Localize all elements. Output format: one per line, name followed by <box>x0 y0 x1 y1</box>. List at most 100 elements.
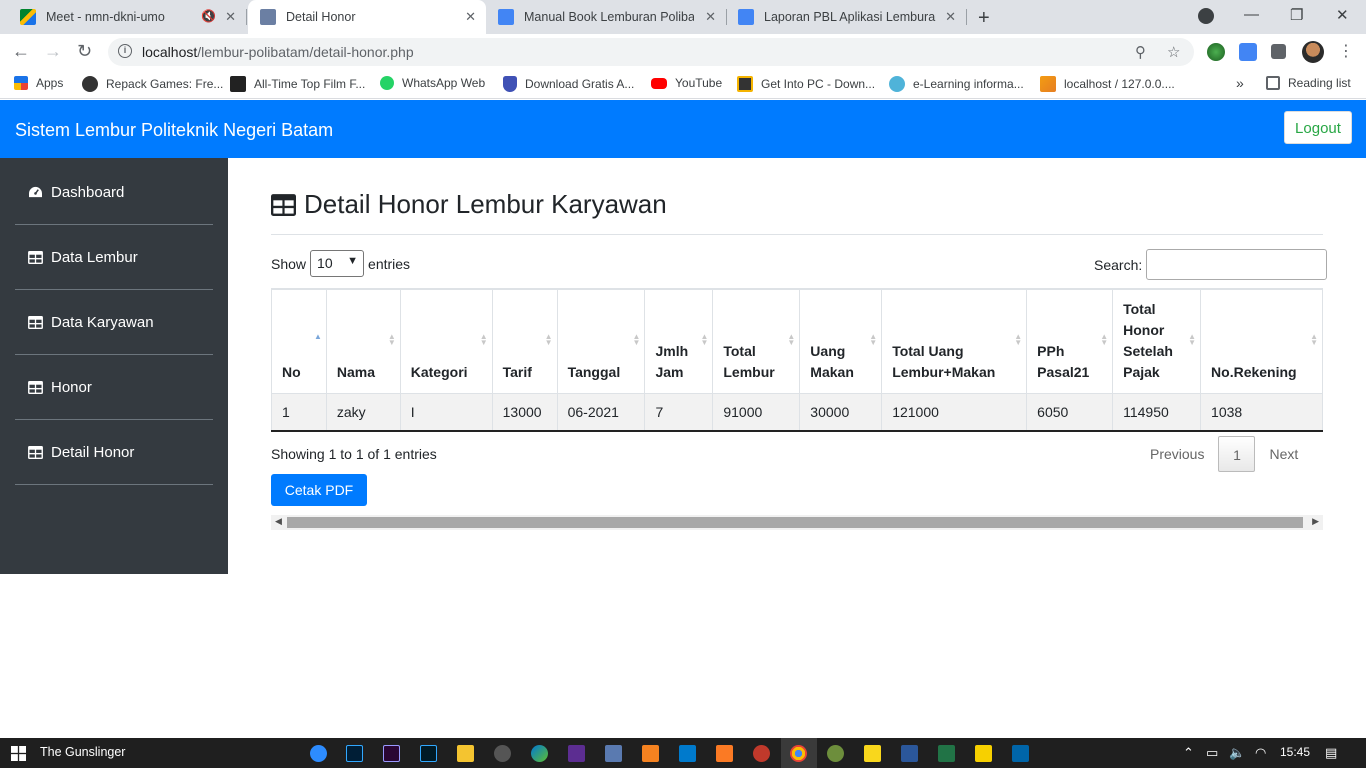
close-tab-icon[interactable]: ✕ <box>465 9 476 25</box>
notifications-icon[interactable]: ▤ <box>1325 745 1337 761</box>
google-translate-icon[interactable] <box>1239 43 1257 61</box>
entries-select[interactable]: 10 ▼ <box>310 250 365 277</box>
zoom-search-icon[interactable]: ⚲ <box>1135 43 1146 61</box>
page-1-button[interactable]: 1 <box>1218 436 1256 472</box>
sidebar-item-data-karyawan[interactable]: Data Karyawan <box>15 290 213 355</box>
column-header[interactable]: Total Uang Lembur+Makan ▲ ▼ <box>881 288 1028 394</box>
search-input[interactable] <box>1146 249 1328 280</box>
edge-icon[interactable] <box>531 745 548 762</box>
bookmark-star-icon[interactable]: ☆ <box>1167 43 1180 61</box>
brand-title[interactable]: Sistem Lembur Politeknik Negeri Batam <box>15 120 333 141</box>
vscode-icon[interactable] <box>1012 745 1029 762</box>
clock[interactable]: 15:45 <box>1280 745 1310 759</box>
volume-icon[interactable]: 🔈 <box>1229 745 1245 761</box>
muted-icon[interactable]: 🔇 <box>201 9 216 23</box>
reload-button[interactable]: ↻ <box>77 41 92 62</box>
tab-search-icon[interactable] <box>1198 8 1214 24</box>
back-button[interactable]: ← <box>12 41 30 62</box>
tab-meet[interactable]: Meet - nmn-dkni-umo 🔇 ✕ <box>8 0 247 34</box>
minimize-button[interactable]: — <box>1244 6 1259 23</box>
column-header[interactable]: Jmlh Jam ▲ ▼ <box>644 288 714 394</box>
address-bar[interactable]: i localhost/lembur-polibatam/detail-hono… <box>108 38 1194 66</box>
column-header[interactable]: Tanggal ▲ ▼ <box>556 288 646 394</box>
xampp-icon[interactable] <box>716 745 733 762</box>
column-header[interactable]: Nama ▲ ▼ <box>325 288 401 394</box>
bookmark-download-gratis[interactable]: Download Gratis A... <box>503 76 634 92</box>
logout-button[interactable]: Logout <box>1284 111 1352 144</box>
visual-studio-icon[interactable] <box>568 745 585 762</box>
reading-list-button[interactable]: Reading list <box>1266 76 1351 90</box>
bookmark-repack-games[interactable]: Repack Games: Fre... <box>82 76 223 92</box>
column-header[interactable]: Uang Makan ▲ ▼ <box>799 288 883 394</box>
bookmark-whatsapp[interactable]: WhatsApp Web <box>380 76 485 90</box>
premiere-icon[interactable] <box>383 745 400 762</box>
bookmark-top-film[interactable]: All-Time Top Film F... <box>230 76 365 92</box>
site-info-icon[interactable]: i <box>118 44 132 58</box>
virtualbox-icon[interactable] <box>605 745 622 762</box>
cetak-pdf-button[interactable]: Cetak PDF <box>271 474 367 506</box>
scrollbar-thumb[interactable] <box>287 517 1303 528</box>
windows-start-icon[interactable] <box>11 746 26 761</box>
url-text[interactable]: localhost/lembur-polibatam/detail-honor.… <box>142 44 414 60</box>
table-cell: zaky <box>325 392 401 432</box>
column-header[interactable]: Total Honor Setelah Pajak ▲ ▼ <box>1112 288 1202 394</box>
column-header[interactable]: Tarif ▲ ▼ <box>491 288 558 394</box>
tab-laporan-pbl[interactable]: Laporan PBL Aplikasi Lemburan ✕ <box>728 0 967 34</box>
sidebar-item-detail-honor[interactable]: Detail Honor <box>15 420 213 485</box>
sidebar-item-data-lembur[interactable]: Data Lembur <box>15 225 213 290</box>
more-bookmarks-button[interactable]: » <box>1236 75 1244 91</box>
forward-button[interactable]: → <box>44 41 62 62</box>
menu-kebab-icon[interactable]: ⋮ <box>1338 41 1354 61</box>
chrome-icon[interactable] <box>790 745 807 762</box>
close-tab-icon[interactable]: ✕ <box>945 9 956 25</box>
wifi-icon[interactable]: ◠ <box>1255 745 1266 761</box>
tab-manual-book[interactable]: Manual Book Lemburan Polibatam ✕ <box>488 0 727 34</box>
lightroom-icon[interactable] <box>420 745 437 762</box>
extension-globe-icon[interactable] <box>1207 43 1225 61</box>
sublime-icon[interactable] <box>642 745 659 762</box>
bookmark-localhost-pma[interactable]: localhost / 127.0.0.... <box>1040 76 1175 92</box>
column-header[interactable]: No.Rekening ▲ ▼ <box>1200 288 1323 394</box>
elearning-icon <box>889 76 905 92</box>
scroll-right-icon[interactable]: ▶ <box>1312 516 1319 527</box>
close-tab-icon[interactable]: ✕ <box>705 9 716 25</box>
word-icon[interactable] <box>901 745 918 762</box>
column-header[interactable]: No ▲ <box>271 288 327 394</box>
photoshop-icon[interactable] <box>346 745 363 762</box>
tab-detail-honor[interactable]: Detail Honor ✕ <box>248 0 486 34</box>
bookmark-youtube[interactable]: YouTube <box>651 76 722 90</box>
profile-avatar[interactable] <box>1302 41 1324 63</box>
scroll-left-icon[interactable]: ◀ <box>275 516 282 527</box>
tray-chevron-icon[interactable]: ⌃ <box>1183 745 1194 761</box>
bookmark-elearning[interactable]: e-Learning informa... <box>889 76 1024 92</box>
zoom-icon[interactable] <box>310 745 327 762</box>
table-cell: 30000 <box>799 392 883 432</box>
obs-icon[interactable] <box>494 745 511 762</box>
close-window-button[interactable]: ✕ <box>1336 6 1349 24</box>
column-header[interactable]: PPh Pasal21 ▲ ▼ <box>1026 288 1114 394</box>
taskbar-now-playing[interactable]: The Gunslinger <box>40 745 125 759</box>
sort-icon: ▲ ▼ <box>387 332 396 347</box>
app-icon[interactable] <box>827 745 844 762</box>
next-page-button[interactable]: Next <box>1255 436 1312 472</box>
honor-table: No ▲ Nama ▲ ▼ Kategori ▲ ▼ Tarif ▲ ▼ Tanggal ▲ ▼ … <box>271 288 1323 432</box>
column-header[interactable]: Total Lembur ▲ ▼ <box>712 288 801 394</box>
bookmark-apps[interactable]: Apps <box>14 76 63 90</box>
close-tab-icon[interactable]: ✕ <box>225 9 236 25</box>
new-tab-button[interactable]: + <box>978 7 990 30</box>
file-explorer-icon[interactable] <box>457 745 474 762</box>
app-icon[interactable] <box>753 745 770 762</box>
previous-page-button[interactable]: Previous <box>1136 436 1218 472</box>
bookmark-get-into-pc[interactable]: Get Into PC - Down... <box>737 76 875 92</box>
column-header[interactable]: Kategori ▲ ▼ <box>399 288 493 394</box>
horizontal-scrollbar[interactable]: ◀ ▶ <box>271 515 1323 530</box>
sidebar-item-dashboard[interactable]: Dashboard <box>15 160 213 225</box>
vscode-icon[interactable] <box>679 745 696 762</box>
restore-button[interactable]: ❐ <box>1290 6 1303 24</box>
excel-icon[interactable] <box>938 745 955 762</box>
media-player-icon[interactable] <box>864 745 881 762</box>
sidebar-item-honor[interactable]: Honor <box>15 355 213 420</box>
sticky-notes-icon[interactable] <box>975 745 992 762</box>
battery-icon[interactable]: ▭ <box>1206 745 1218 761</box>
extensions-puzzle-icon[interactable] <box>1271 44 1286 59</box>
